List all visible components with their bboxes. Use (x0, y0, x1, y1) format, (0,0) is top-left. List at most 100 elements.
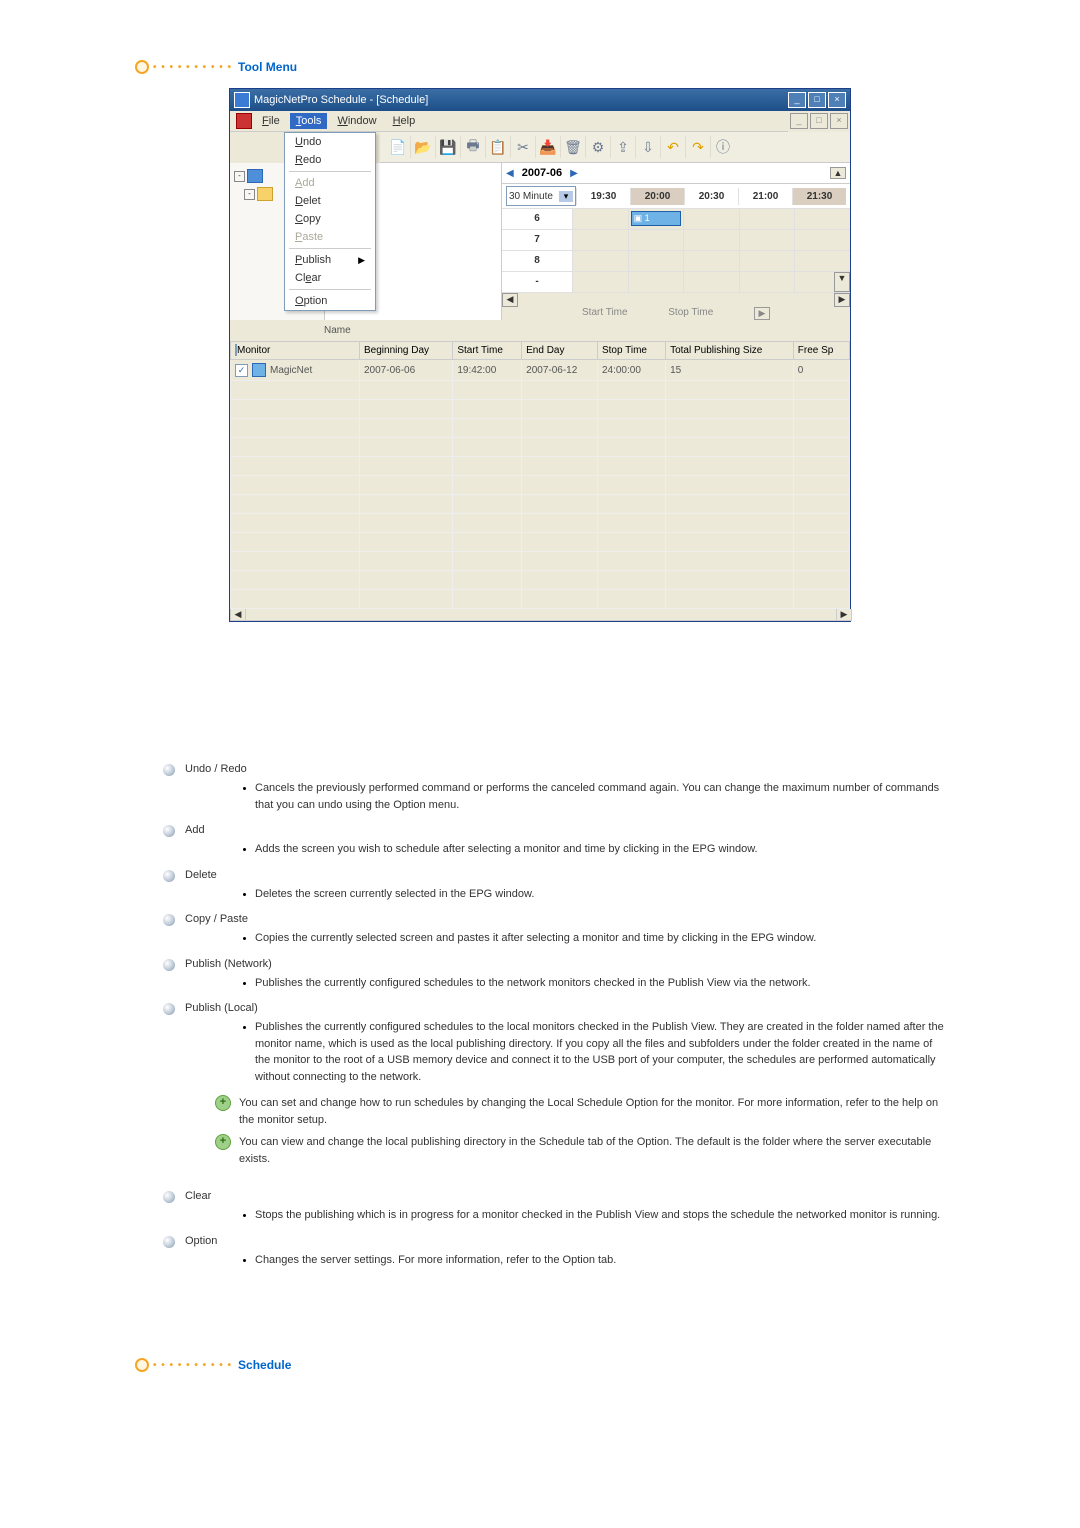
minimize-button[interactable]: _ (788, 92, 806, 108)
tool-copy-icon[interactable]: 📋 (486, 136, 511, 158)
bullet-icon (135, 1358, 149, 1372)
cell-end: 2007-06-12 (522, 360, 598, 381)
mdi-close[interactable]: × (830, 113, 848, 129)
scroll-right-icon[interactable]: ▶ (834, 293, 850, 307)
day-label: - (502, 272, 572, 292)
table-row (231, 533, 850, 552)
tool-paste-icon[interactable]: 📥 (536, 136, 561, 158)
doc-publoc-title: Publish (Local) (185, 1001, 258, 1015)
cell-start: 19:42:00 (453, 360, 522, 381)
doc-copy-body: Copies the currently selected screen and… (255, 930, 945, 947)
dd-delete[interactable]: Delet (285, 192, 375, 210)
tool-print-icon[interactable]: 🖶 (461, 136, 486, 158)
toolbar: 📄 📂 💾 🖶 📋 ✂ 📥 🗑 ⚙ ⇪ ⇩ ↶ ↷ ⓘ (380, 132, 850, 163)
month-label: 2007-06 (522, 167, 562, 179)
dd-add: Add (285, 174, 375, 192)
cell-size: 15 (666, 360, 794, 381)
dots-decoration: • • • • • • • • • • (153, 1360, 232, 1371)
bullet-icon (163, 1003, 175, 1015)
monitor-icon (247, 169, 263, 183)
prev-month-icon[interactable]: ◀ (506, 168, 514, 179)
doc-delete-body: Deletes the screen currently selected in… (255, 886, 945, 903)
day-label: 6 (502, 209, 572, 229)
bullet-icon (163, 870, 175, 882)
mdi-minimize[interactable]: _ (790, 113, 808, 129)
table-row (231, 571, 850, 590)
table-h-scrollbar[interactable]: ◀ ▶ (230, 609, 852, 621)
doc-copy-title: Copy / Paste (185, 912, 248, 926)
menu-window[interactable]: Window (331, 113, 382, 129)
time-interval-select[interactable]: 30 Minute ▾ (506, 186, 576, 206)
schedule-block[interactable]: ▣ 1 (631, 211, 682, 226)
col-free: Free Sp (793, 342, 849, 360)
tool-pub2-icon[interactable]: ⇩ (636, 136, 661, 158)
tool-redo-icon[interactable]: ↷ (686, 136, 711, 158)
stop-time-label: Stop Time (668, 307, 713, 320)
col-stop: Stop Time (597, 342, 665, 360)
schedule-table: Monitor Beginning Day Start Time End Day… (230, 341, 850, 609)
tools-dropdown: Undo Redo Add Delet Copy Paste Publish▶ … (284, 132, 376, 311)
tree-toggle[interactable]: - (234, 171, 245, 182)
dd-undo[interactable]: Undo (285, 133, 375, 151)
h-scrollbar[interactable]: ◀ ▶ (502, 293, 850, 307)
section-header-tool-menu: • • • • • • • • • • Tool Menu (135, 60, 945, 74)
scroll-right-mid-icon[interactable]: ▶ (754, 307, 770, 320)
section-header-schedule: • • • • • • • • • • Schedule (135, 1358, 945, 1372)
doc-publoc-note2: You can view and change the local publis… (239, 1134, 945, 1167)
scroll-right-icon[interactable]: ▶ (836, 609, 851, 620)
tool-gear-icon[interactable]: ⚙ (586, 136, 611, 158)
window-title: MagicNetPro Schedule - [Schedule] (254, 94, 788, 106)
day-label: 7 (502, 230, 572, 250)
table-row[interactable]: ✓MagicNet 2007-06-06 19:42:00 2007-06-12… (231, 360, 850, 381)
col-begin: Beginning Day (360, 342, 453, 360)
time-cell: 21:00 (738, 188, 792, 205)
tool-pub1-icon[interactable]: ⇪ (611, 136, 636, 158)
time-cell: 20:30 (684, 188, 738, 205)
bullet-icon (163, 1236, 175, 1248)
menu-tools[interactable]: Tools (290, 113, 328, 129)
scroll-up-icon[interactable]: ▲ (830, 167, 846, 179)
dd-clear[interactable]: Clear (285, 269, 375, 287)
table-row (231, 419, 850, 438)
chevron-down-icon: ▾ (559, 191, 573, 202)
scroll-left-icon[interactable]: ◀ (231, 609, 246, 620)
next-month-icon[interactable]: ▶ (570, 168, 578, 179)
row-checkbox[interactable]: ✓ (235, 364, 248, 377)
time-cell: 21:30 (792, 188, 846, 205)
app-window: MagicNetPro Schedule - [Schedule] _ □ × … (229, 88, 851, 622)
dd-label: ndo (303, 136, 321, 148)
tool-delete-icon[interactable]: 🗑 (561, 136, 586, 158)
dd-paste: Paste (285, 228, 375, 246)
tool-open-icon[interactable]: 📂 (411, 136, 436, 158)
tool-undo-icon[interactable]: ↶ (661, 136, 686, 158)
table-row (231, 457, 850, 476)
tool-save-icon[interactable]: 💾 (436, 136, 461, 158)
bullet-icon (163, 1191, 175, 1203)
time-header-row: 30 Minute ▾ 19:30 20:00 20:30 21:00 21:3… (502, 184, 850, 209)
doc-undo-title: Undo / Redo (185, 762, 247, 776)
close-button[interactable]: × (828, 92, 846, 108)
dd-copy[interactable]: Copy (285, 210, 375, 228)
cell-begin: 2007-06-06 (360, 360, 453, 381)
tool-cut-icon[interactable]: ✂ (511, 136, 536, 158)
plus-icon: + (215, 1134, 231, 1150)
menu-help[interactable]: Help (387, 113, 422, 129)
monitor-icon (252, 363, 266, 377)
tool-info-icon[interactable]: ⓘ (711, 136, 735, 158)
bullet-icon (163, 825, 175, 837)
dd-redo[interactable]: Redo (285, 151, 375, 169)
time-cell: 20:00 (630, 188, 684, 205)
right-pane: ◀ 2007-06 ▶ ▲ 30 Minute ▾ 19:30 20:00 20… (502, 163, 850, 320)
tree-toggle-2[interactable]: - (244, 189, 255, 200)
bullet-icon (135, 60, 149, 74)
mdi-restore[interactable]: □ (810, 113, 828, 129)
dd-option[interactable]: Option (285, 292, 375, 310)
tool-new-icon[interactable]: 📄 (386, 136, 411, 158)
table-row (231, 400, 850, 419)
menu-file[interactable]: File (256, 113, 286, 129)
maximize-button[interactable]: □ (808, 92, 826, 108)
cell-free: 0 (793, 360, 849, 381)
scroll-down-icon[interactable]: ▼ (834, 272, 850, 292)
dd-publish[interactable]: Publish▶ (285, 251, 375, 269)
scroll-left-icon[interactable]: ◀ (502, 293, 518, 307)
